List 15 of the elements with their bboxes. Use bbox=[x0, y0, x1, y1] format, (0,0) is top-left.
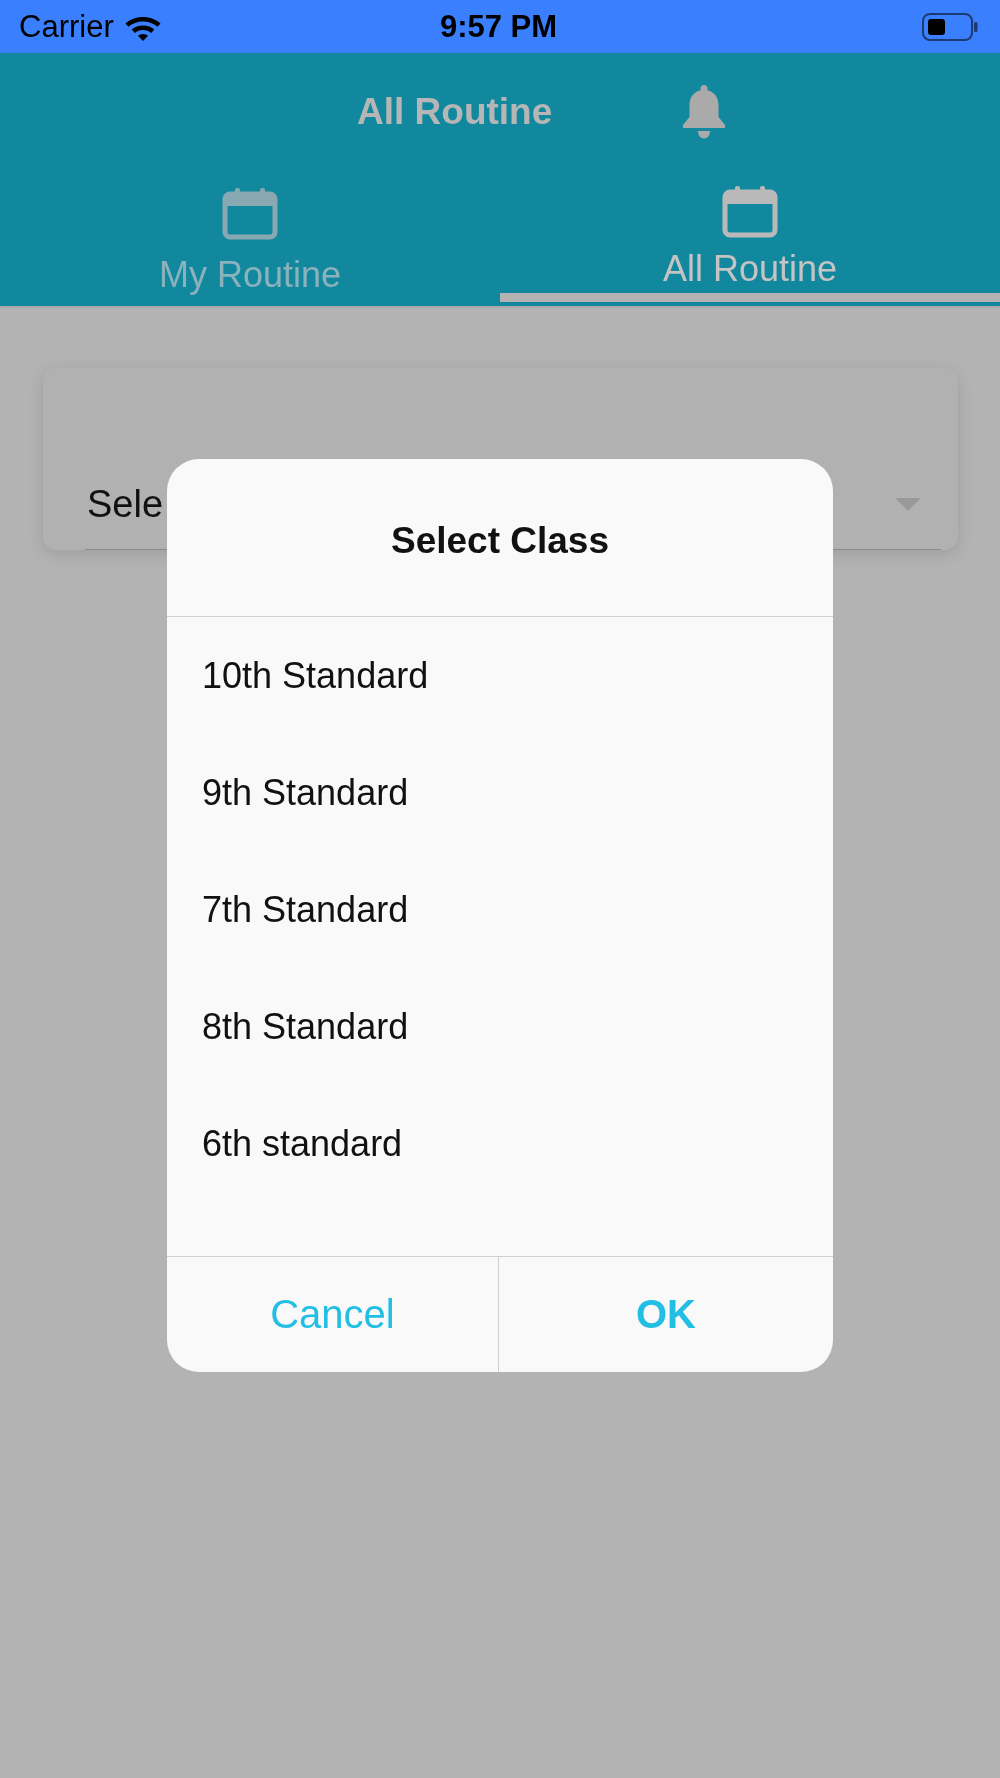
select-value-text[interactable]: Sele bbox=[87, 483, 164, 526]
carrier-label: Carrier bbox=[19, 8, 114, 45]
bell-icon[interactable] bbox=[682, 84, 727, 139]
dropdown-caret-icon[interactable] bbox=[895, 498, 921, 511]
header-title: All Routine bbox=[357, 90, 553, 133]
battery-icon bbox=[922, 12, 978, 41]
status-time: 9:57 PM bbox=[439, 8, 558, 45]
calendar-icon bbox=[722, 186, 778, 238]
class-option[interactable]: 10th Standard bbox=[167, 617, 833, 734]
class-option[interactable]: 7th Standard bbox=[167, 851, 833, 968]
class-option[interactable]: 6th standard bbox=[167, 1085, 833, 1202]
dialog-title: Select Class bbox=[167, 459, 833, 617]
calendar-icon bbox=[222, 188, 278, 240]
class-option[interactable]: 9th Standard bbox=[167, 734, 833, 851]
class-option[interactable]: 8th Standard bbox=[167, 968, 833, 1085]
